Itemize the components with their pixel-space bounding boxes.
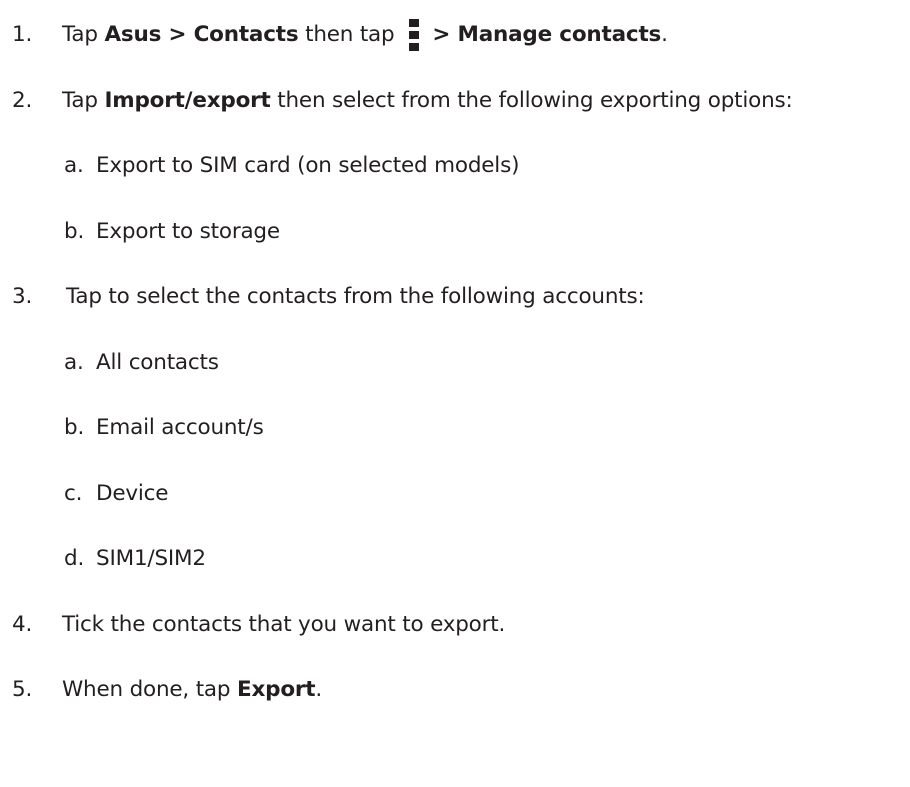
option-letter: d. (64, 546, 85, 571)
menu-path-manage-contacts: Manage contacts (457, 22, 662, 47)
option-letter: b. (64, 219, 85, 244)
step-number: 3. (12, 284, 33, 309)
option-text: SIM1/SIM2 (96, 546, 206, 571)
step-number: 4. (12, 612, 33, 637)
step-text: When done, tap Export. (62, 677, 323, 702)
menu-path-contacts: Contacts (193, 22, 299, 47)
option-text: Email account/s (96, 415, 264, 440)
option-letter: b. (64, 415, 85, 440)
menu-path-asus: Asus (104, 22, 162, 47)
option-text: Export to SIM card (on selected models) (96, 153, 520, 178)
option-letter: a. (64, 350, 84, 375)
menu-path-export: Export (236, 677, 316, 702)
option-text: All contacts (96, 350, 219, 375)
step-text: Tap Import/export then select from the f… (62, 88, 793, 113)
step-number: 5. (12, 677, 33, 702)
step-text: Tap Asus > Contacts then tap > Manage co… (62, 19, 668, 51)
step-text: Tap to select the contacts from the foll… (66, 284, 645, 309)
menu-path-import-export: Import/export (104, 88, 271, 113)
option-letter: c. (64, 481, 83, 506)
step-number: 2. (12, 88, 33, 113)
overflow-menu-icon (409, 19, 420, 51)
option-letter: a. (64, 153, 84, 178)
step-number: 1. (12, 22, 33, 47)
option-text: Device (96, 481, 169, 506)
option-text: Export to storage (96, 219, 280, 244)
step-text: Tick the contacts that you want to expor… (62, 612, 506, 637)
